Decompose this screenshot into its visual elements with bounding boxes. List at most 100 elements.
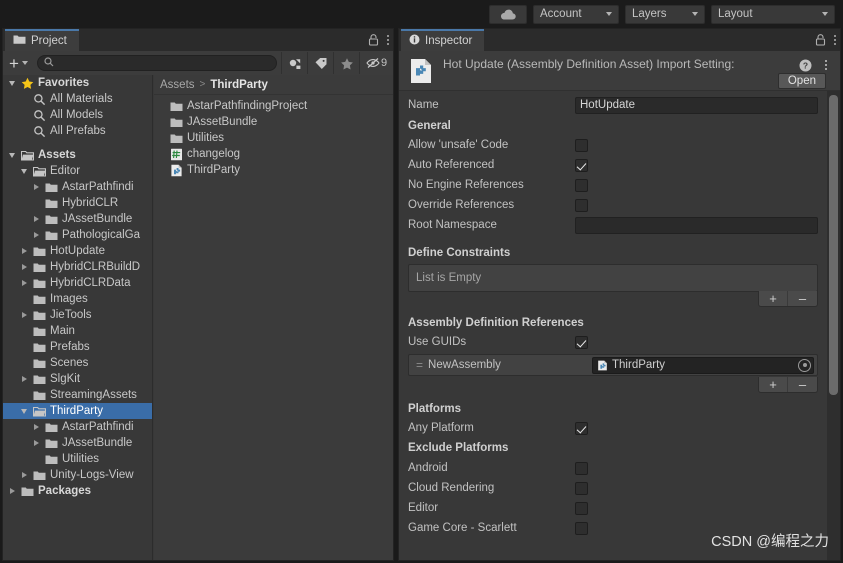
project-tab-row: Project bbox=[3, 29, 393, 51]
inspector-scrollbar-thumb[interactable] bbox=[829, 95, 838, 395]
search-icon bbox=[44, 56, 54, 70]
tree-item-slgkit[interactable]: SlgKit bbox=[3, 371, 152, 387]
chevron-right-icon[interactable] bbox=[31, 214, 41, 224]
chevron-right-icon[interactable] bbox=[7, 486, 17, 496]
chevron-right-icon[interactable] bbox=[19, 374, 29, 384]
asset-item[interactable]: JAssetBundle bbox=[154, 114, 393, 130]
platform-checkbox[interactable] bbox=[575, 501, 588, 515]
inspector-title: Hot Update (Assembly Definition Asset) I… bbox=[443, 57, 735, 71]
chevron-right-icon[interactable] bbox=[19, 262, 29, 272]
chevron-right-icon[interactable] bbox=[19, 470, 29, 480]
general-field-checkbox[interactable] bbox=[575, 198, 588, 212]
platform-checkbox[interactable] bbox=[575, 481, 588, 495]
tree-item-editor[interactable]: Editor bbox=[3, 163, 152, 179]
use-guids-checkbox[interactable] bbox=[575, 335, 588, 349]
general-field-checkbox[interactable] bbox=[575, 138, 588, 152]
tab-inspector[interactable]: Inspector bbox=[401, 29, 485, 51]
tree-item-assets[interactable]: Assets bbox=[3, 147, 152, 163]
kebab-menu-icon[interactable] bbox=[834, 35, 836, 45]
layout-dropdown[interactable]: Layout bbox=[711, 4, 835, 24]
tree-item-jassetbundle[interactable]: JAssetBundle bbox=[3, 211, 152, 227]
tree-item-all-prefabs[interactable]: All Prefabs bbox=[3, 123, 152, 139]
chevron-down-icon[interactable] bbox=[7, 78, 17, 88]
tree-item-thirdparty[interactable]: ThirdParty bbox=[3, 403, 152, 419]
assembly-reference-object-field[interactable]: ThirdParty bbox=[592, 356, 814, 374]
tree-item-images[interactable]: Images bbox=[3, 291, 152, 307]
tree-item-scenes[interactable]: Scenes bbox=[3, 355, 152, 371]
tree-item-all-materials[interactable]: All Materials bbox=[3, 91, 152, 107]
object-picker-icon[interactable] bbox=[798, 358, 811, 372]
cloud-button[interactable] bbox=[489, 4, 527, 24]
layers-dropdown[interactable]: Layers bbox=[625, 4, 705, 24]
project-tree[interactable]: Favorites All Materials All Models All Pref… bbox=[3, 75, 153, 560]
tree-item-favorites[interactable]: Favorites bbox=[3, 75, 152, 91]
tree-item-streamingassets[interactable]: StreamingAssets bbox=[3, 387, 152, 403]
filter-by-type-icon[interactable] bbox=[281, 52, 307, 74]
tab-project[interactable]: Project bbox=[5, 29, 79, 51]
search-field[interactable] bbox=[36, 55, 277, 71]
add-assembly-reference-button[interactable]: + bbox=[759, 377, 788, 392]
lock-icon[interactable] bbox=[815, 34, 826, 46]
search-input[interactable] bbox=[57, 57, 270, 69]
tree-item-label: ThirdParty bbox=[50, 405, 104, 417]
general-field-checkbox[interactable] bbox=[575, 158, 588, 172]
tree-item-prefabs[interactable]: Prefabs bbox=[3, 339, 152, 355]
tree-item-hybridclrbuildd[interactable]: HybridCLRBuildD bbox=[3, 259, 152, 275]
asset-item[interactable]: ThirdParty bbox=[154, 162, 393, 178]
tree-item-main[interactable]: Main bbox=[3, 323, 152, 339]
assembly-reference-row[interactable]: = NewAssembly ThirdParty bbox=[408, 354, 818, 376]
asset-item[interactable]: Utilities bbox=[154, 130, 393, 146]
asset-item[interactable]: changelog bbox=[154, 146, 393, 162]
chevron-right-icon[interactable] bbox=[19, 246, 29, 256]
chevron-right-icon[interactable] bbox=[31, 422, 41, 432]
root-namespace-input[interactable] bbox=[575, 216, 818, 234]
asset-item[interactable]: AstarPathfindingProject bbox=[154, 98, 393, 114]
tree-item-hybridclrdata[interactable]: HybridCLRData bbox=[3, 275, 152, 291]
name-input[interactable]: HotUpdate bbox=[575, 96, 818, 114]
chevron-right-icon[interactable] bbox=[19, 310, 29, 320]
chevron-right-icon[interactable] bbox=[31, 230, 41, 240]
open-button[interactable]: Open bbox=[777, 73, 826, 89]
folder-icon bbox=[45, 453, 58, 466]
any-platform-checkbox[interactable] bbox=[575, 421, 588, 435]
platform-checkbox[interactable] bbox=[575, 521, 588, 535]
tree-item-all-models[interactable]: All Models bbox=[3, 107, 152, 123]
tree-item-jietools[interactable]: JieTools bbox=[3, 307, 152, 323]
chevron-right-icon[interactable] bbox=[31, 182, 41, 192]
remove-define-constraint-button[interactable]: – bbox=[788, 291, 817, 306]
kebab-menu-icon[interactable] bbox=[825, 60, 827, 70]
filter-by-label-icon[interactable] bbox=[307, 52, 333, 74]
define-constraints-list[interactable]: List is Empty bbox=[408, 264, 818, 292]
chevron-down-icon[interactable] bbox=[19, 406, 29, 416]
tree-item-astarpathfindi[interactable]: AstarPathfindi bbox=[3, 179, 152, 195]
add-define-constraint-button[interactable]: + bbox=[759, 291, 788, 306]
chevron-down-icon[interactable] bbox=[19, 166, 29, 176]
tree-item-jassetbundle[interactable]: JAssetBundle bbox=[3, 435, 152, 451]
account-dropdown[interactable]: Account bbox=[533, 4, 619, 24]
platform-checkbox[interactable] bbox=[575, 461, 588, 475]
remove-assembly-reference-button[interactable]: – bbox=[788, 377, 817, 392]
breadcrumb-root[interactable]: Assets bbox=[160, 79, 195, 91]
chevron-down-icon[interactable] bbox=[7, 150, 17, 160]
layout-label: Layout bbox=[718, 8, 753, 20]
inspector-scrollbar[interactable] bbox=[827, 91, 840, 560]
tree-item-astarpathfindi[interactable]: AstarPathfindi bbox=[3, 419, 152, 435]
folder-open-icon bbox=[33, 405, 46, 418]
tree-item-pathologicalga[interactable]: PathologicalGa bbox=[3, 227, 152, 243]
chevron-right-icon[interactable] bbox=[19, 278, 29, 288]
hidden-packages-button[interactable]: 9 bbox=[359, 52, 393, 74]
tree-item-label: Unity-Logs-View bbox=[50, 469, 134, 481]
assembly-reference-value: ThirdParty bbox=[612, 359, 666, 371]
general-field-checkbox[interactable] bbox=[575, 178, 588, 192]
kebab-menu-icon[interactable] bbox=[387, 35, 389, 45]
filter-favorites-icon[interactable] bbox=[333, 52, 359, 74]
tree-item-hybridclr[interactable]: HybridCLR bbox=[3, 195, 152, 211]
lock-icon[interactable] bbox=[368, 34, 379, 46]
tree-item-hotupdate[interactable]: HotUpdate bbox=[3, 243, 152, 259]
chevron-right-icon[interactable] bbox=[31, 438, 41, 448]
tree-item-packages[interactable]: Packages bbox=[3, 483, 152, 499]
create-asset-button[interactable]: + bbox=[7, 55, 33, 72]
tree-item-unity-logs-view[interactable]: Unity-Logs-View bbox=[3, 467, 152, 483]
drag-handle-icon[interactable]: = bbox=[416, 358, 423, 372]
tree-item-utilities[interactable]: Utilities bbox=[3, 451, 152, 467]
